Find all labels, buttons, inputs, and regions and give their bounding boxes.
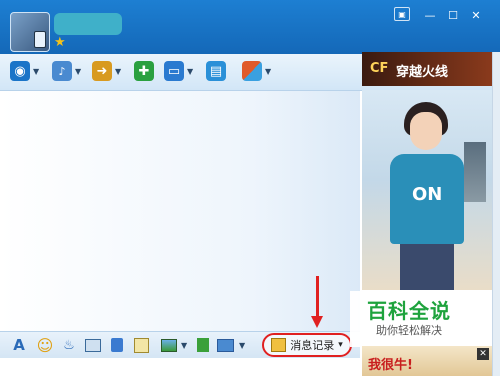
figure-face [410,112,442,150]
message-history-icon [271,338,287,352]
file-transfer-icon: ➜ [92,61,112,81]
chevron-down-icon[interactable]: ▼ [187,67,193,76]
screenshot-icon[interactable] [216,336,234,354]
watermark: 百科全说 助你轻松解决 [350,291,468,347]
star-icon: ★ [54,35,66,50]
add-contact-icon: ✚ [134,61,154,81]
close-button[interactable]: ✕ [466,7,486,23]
add-contact-button[interactable]: ✚ [134,58,154,84]
chevron-down-icon[interactable]: ▼ [33,67,39,76]
magic-expression-icon[interactable] [84,336,102,354]
annotation-arrow-head [311,316,323,328]
bottom-ad-text: 我很牛! [368,358,413,373]
close-icon[interactable]: ✕ [477,348,489,360]
message-input[interactable] [0,358,360,376]
chevron-down-icon[interactable]: ▼ [265,67,271,76]
chevron-down-icon[interactable]: ▼ [75,67,81,76]
chevron-down-icon[interactable]: ▼ [181,341,187,350]
skin-icon[interactable]: ▣ [394,7,410,21]
emoji-icon[interactable]: ☺ [36,336,54,355]
webcam-icon: ◉ [10,61,30,81]
screen-share-button[interactable]: ▭ ▼ [164,58,193,84]
image-icon[interactable] [160,336,178,354]
ad-title: 穿越火线 [396,65,449,80]
message-history-label: 消息记录 [290,339,335,352]
hoodie-print: ON [412,184,443,205]
figure-jeans [400,244,454,290]
shake-icon[interactable]: ♨ [60,336,78,354]
doodle-icon[interactable] [132,336,150,354]
contact-name-field [54,13,122,35]
remote-assist-button[interactable]: ▤ [206,58,226,84]
chat-window: ★ ▣ — ☐ ✕ ◉ ▼ ♪ ▼ ➜ ▼ ✚ ▭ ▼ ▤ ▼ CF 穿越火线 … [0,0,500,376]
avatar-show-figure: ON [390,100,464,290]
chevron-down-icon[interactable]: ▼ [239,341,245,350]
microphone-icon: ♪ [52,61,72,81]
annotation-arrow [316,276,319,320]
remote-assist-icon: ▤ [206,61,226,81]
figure-hoodie: ON [390,154,464,244]
watermark-title: 百科全说 [367,299,451,323]
apps-button[interactable]: ▼ [242,58,271,84]
message-area[interactable] [0,91,360,331]
file-transfer-button[interactable]: ➜ ▼ [92,58,121,84]
chevron-down-icon[interactable]: ▼ [115,67,121,76]
show-ad-panel[interactable]: ON [362,90,492,290]
bottom-ad-banner[interactable]: 我很牛! ✕ [362,346,492,376]
music-icon[interactable] [194,336,212,354]
voice-message-icon[interactable] [108,336,126,354]
screen-share-icon: ▭ [164,61,184,81]
avatar[interactable] [10,12,50,52]
pagoda-image [464,142,486,202]
voice-button[interactable]: ♪ ▼ [52,58,81,84]
scrollbar[interactable] [492,52,500,376]
mobile-status-icon [34,31,46,48]
chevron-down-icon[interactable]: ▾ [338,340,343,350]
webcam-button[interactable]: ◉ ▼ [10,58,39,84]
watermark-subtitle: 助你轻松解决 [376,324,442,337]
apps-icon [242,61,262,81]
input-toolbar: A ☺ ♨ ▼ ▼ 消息记录 ▾ [0,331,360,359]
game-ad-banner[interactable]: CF 穿越火线 [362,52,492,86]
message-history-button[interactable]: 消息记录 ▾ [262,333,352,357]
font-icon[interactable]: A [10,336,28,354]
minimize-button[interactable]: — [420,7,440,23]
ad-logo: CF [370,61,389,76]
title-bar: ★ ▣ — ☐ ✕ [0,0,500,54]
maximize-button[interactable]: ☐ [443,7,463,23]
